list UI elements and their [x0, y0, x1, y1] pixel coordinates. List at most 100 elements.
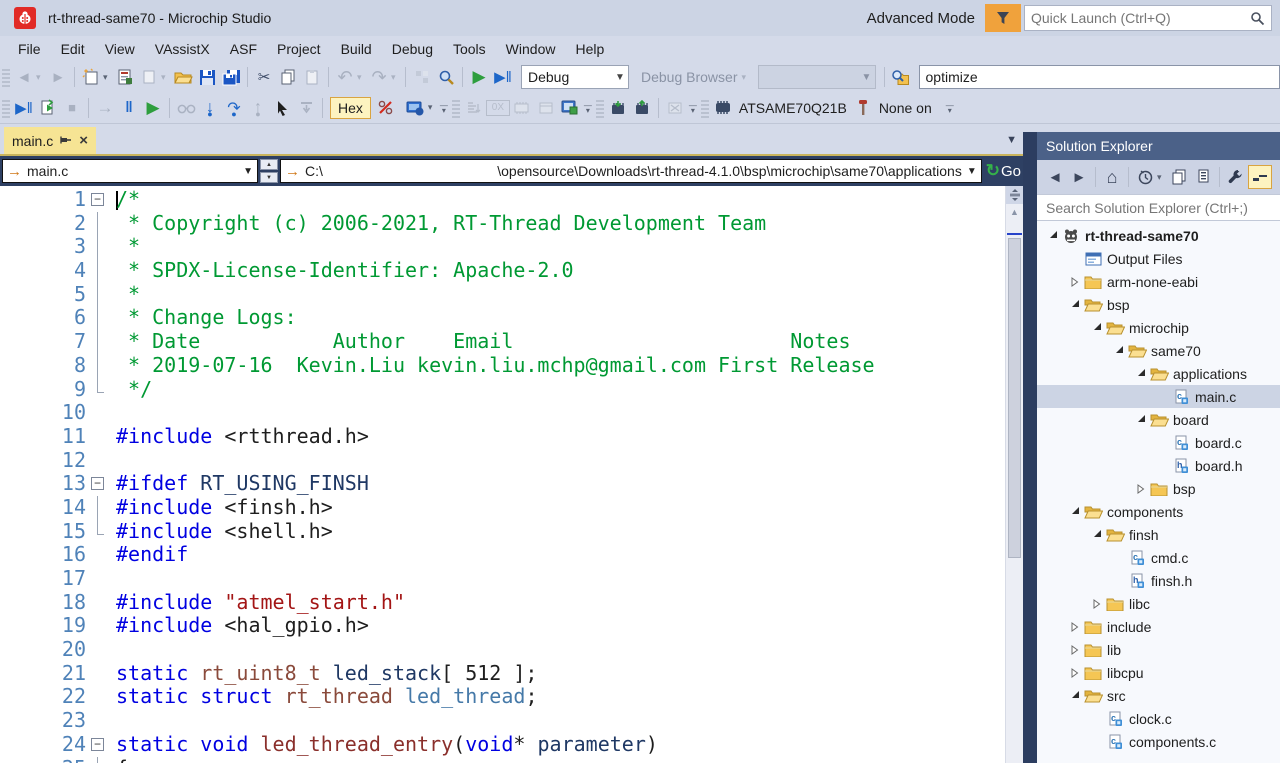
- tree-item-components[interactable]: components: [1037, 500, 1280, 523]
- tree-item-main-c[interactable]: cmain.c: [1037, 385, 1280, 408]
- solution-explorer-title[interactable]: Solution Explorer: [1037, 132, 1280, 160]
- undo-dropdown-icon[interactable]: ▾: [357, 72, 367, 83]
- sync-with-active-document-icon[interactable]: [1167, 165, 1191, 189]
- preview-selected-icon[interactable]: [1191, 165, 1215, 189]
- start-debugging-break-icon[interactable]: ▶‖: [491, 65, 515, 89]
- tree-item-lib[interactable]: lib: [1037, 638, 1280, 661]
- disable-breakpoints-icon[interactable]: [374, 96, 398, 120]
- debug-windows-dropdown-icon[interactable]: ▾: [428, 102, 438, 113]
- code-line-6[interactable]: 6 * Change Logs:: [0, 306, 1005, 330]
- undo-icon[interactable]: ↶: [333, 65, 357, 89]
- properties-wrench-icon[interactable]: [1224, 165, 1248, 189]
- tree-item-clock-c[interactable]: cclock.c: [1037, 707, 1280, 730]
- debugger-tool-icon[interactable]: [851, 96, 875, 120]
- code-line-3[interactable]: 3 *: [0, 235, 1005, 259]
- step-into-icon[interactable]: ↓●: [198, 96, 222, 120]
- memory-icon[interactable]: [510, 96, 534, 120]
- paste-icon[interactable]: [300, 65, 324, 89]
- code-line-5[interactable]: 5 *: [0, 283, 1005, 307]
- debug-browser-dropdown-icon[interactable]: ▾: [742, 72, 752, 83]
- add-item-icon[interactable]: [113, 65, 137, 89]
- save-all-icon[interactable]: [219, 65, 243, 89]
- code-line-17[interactable]: 17: [0, 567, 1005, 591]
- tab-main-c[interactable]: main.c ×: [4, 127, 96, 154]
- erase-device-icon[interactable]: [663, 96, 687, 120]
- show-all-files-toggle-icon[interactable]: [1248, 165, 1272, 189]
- watch-icon[interactable]: [534, 96, 558, 120]
- toolbar-grip[interactable]: [596, 98, 604, 118]
- code-line-23[interactable]: 23: [0, 709, 1005, 733]
- editor-vertical-scrollbar[interactable]: ▲: [1005, 186, 1023, 763]
- disassembly-icon[interactable]: [462, 96, 486, 120]
- code-line-7[interactable]: 7 * Date Author Email Notes: [0, 330, 1005, 354]
- fold-collapse-icon[interactable]: −: [86, 188, 116, 212]
- autos-glasses-icon[interactable]: [174, 96, 198, 120]
- toolbar-grip[interactable]: [452, 98, 460, 118]
- home-icon[interactable]: ⌂: [1100, 165, 1124, 189]
- registers-icon[interactable]: 0X: [486, 100, 510, 116]
- expanded-arrow-icon[interactable]: [1111, 347, 1127, 354]
- code-line-19[interactable]: 19#include <hal_gpio.h>: [0, 614, 1005, 638]
- tree-item-output-files[interactable]: Output Files: [1037, 247, 1280, 270]
- expanded-arrow-icon[interactable]: [1133, 416, 1149, 423]
- tree-item-applications[interactable]: applications: [1037, 362, 1280, 385]
- collapsed-arrow-icon[interactable]: [1089, 599, 1105, 609]
- go-button[interactable]: ↻ Go: [986, 161, 1021, 181]
- find-in-files-icon[interactable]: [889, 65, 913, 89]
- splitter-grip-icon[interactable]: [1006, 186, 1023, 204]
- device-name-label[interactable]: ATSAME70Q21B: [739, 100, 847, 116]
- collapsed-arrow-icon[interactable]: [1133, 484, 1149, 494]
- tree-item-libcpu[interactable]: libcpu: [1037, 661, 1280, 684]
- code-line-22[interactable]: 22static struct rt_thread led_thread;: [0, 685, 1005, 709]
- code-line-14[interactable]: 14#include <finsh.h>: [0, 496, 1005, 520]
- redo-dropdown-icon[interactable]: ▾: [391, 72, 401, 83]
- tree-item-finsh[interactable]: finsh: [1037, 523, 1280, 546]
- copy-icon[interactable]: [276, 65, 300, 89]
- redo-icon[interactable]: ↷: [367, 65, 391, 89]
- se-forward-icon[interactable]: ►: [1067, 165, 1091, 189]
- toolbar-overflow-icon[interactable]: —▾: [944, 103, 956, 113]
- code-line-18[interactable]: 18#include "atmel_start.h": [0, 591, 1005, 615]
- cursor-arrow-icon[interactable]: [270, 96, 294, 120]
- tree-item-board[interactable]: board: [1037, 408, 1280, 431]
- expanded-arrow-icon[interactable]: [1067, 301, 1083, 308]
- tree-item-rt-thread-same70[interactable]: rt-thread-same70: [1037, 224, 1280, 247]
- toolbar-overflow-icon[interactable]: —▾: [438, 103, 450, 113]
- code-line-1[interactable]: 1−/*: [0, 188, 1005, 212]
- scrollbar-thumb[interactable]: [1008, 238, 1021, 558]
- debug-windows-icon[interactable]: [404, 96, 428, 120]
- tree-item-same70[interactable]: same70: [1037, 339, 1280, 362]
- navigate-forward-icon[interactable]: ►: [46, 65, 70, 89]
- close-icon[interactable]: ×: [79, 133, 88, 148]
- tree-item-microchip[interactable]: microchip: [1037, 316, 1280, 339]
- search-toolbar-input[interactable]: optimize: [919, 65, 1280, 89]
- continue-icon[interactable]: ▶‖: [12, 96, 36, 120]
- find-icon[interactable]: [434, 65, 458, 89]
- tree-item-include[interactable]: include: [1037, 615, 1280, 638]
- file-path-combo[interactable]: → C:\ \opensource\Downloads\rt-thread-4.…: [280, 159, 982, 183]
- break-all-icon[interactable]: ‖: [117, 96, 141, 120]
- code-editor[interactable]: 1−/*2 * Copyright (c) 2006-2021, RT-Thre…: [0, 186, 1005, 763]
- collapsed-arrow-icon[interactable]: [1067, 277, 1083, 287]
- open-file-icon[interactable]: [171, 65, 195, 89]
- menu-item-help[interactable]: Help: [565, 37, 614, 61]
- expanded-arrow-icon[interactable]: [1133, 370, 1149, 377]
- menu-item-project[interactable]: Project: [267, 37, 331, 61]
- toolbar-overflow-icon[interactable]: —▾: [687, 103, 699, 113]
- step-over-icon[interactable]: ↷●: [222, 96, 246, 120]
- debug-browser-combo[interactable]: ▼: [758, 65, 876, 89]
- code-line-21[interactable]: 21static rt_uint8_t led_stack[ 512 ];: [0, 662, 1005, 686]
- expanded-arrow-icon[interactable]: [1045, 232, 1061, 239]
- program-device-icon[interactable]: [606, 96, 630, 120]
- navigate-to-icon[interactable]: [410, 65, 434, 89]
- pending-changes-filter-icon[interactable]: [1133, 165, 1157, 189]
- filter-dropdown-icon[interactable]: ▾: [1157, 172, 1167, 183]
- toolbar-grip[interactable]: [701, 98, 709, 118]
- quick-launch-input[interactable]: Quick Launch (Ctrl+Q): [1024, 5, 1272, 31]
- pin-icon[interactable]: [60, 133, 72, 149]
- collapsed-arrow-icon[interactable]: [1067, 668, 1083, 678]
- code-line-12[interactable]: 12: [0, 449, 1005, 473]
- device-chip-icon[interactable]: [711, 96, 735, 120]
- menu-item-build[interactable]: Build: [331, 37, 382, 61]
- io-view-icon[interactable]: [558, 96, 582, 120]
